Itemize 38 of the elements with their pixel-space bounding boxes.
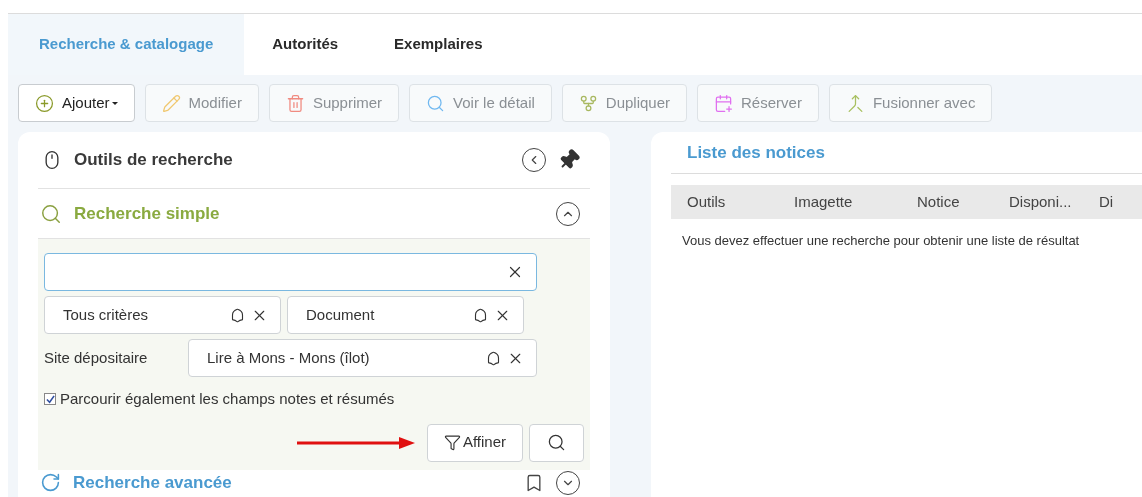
select-field[interactable]: Document xyxy=(287,296,524,334)
plus-circle-icon xyxy=(35,93,54,113)
toolbar-button[interactable]: Ajouter xyxy=(18,84,135,122)
check-icon xyxy=(45,394,55,404)
dropdown-icon xyxy=(230,307,245,323)
refresh-search-icon xyxy=(40,472,61,493)
column-header[interactable]: Disponi... xyxy=(1009,190,1099,214)
search-icon xyxy=(40,202,62,225)
column-header[interactable]: Outils xyxy=(671,190,794,214)
select-value: Document xyxy=(306,304,376,325)
search-icon xyxy=(426,93,446,113)
dropdown-icon xyxy=(486,350,501,366)
column-header[interactable]: Imagette xyxy=(794,190,917,214)
trash-icon xyxy=(285,93,305,113)
calendar-icon xyxy=(714,93,734,113)
search-button[interactable] xyxy=(529,423,584,462)
search-icon xyxy=(547,433,566,452)
dropdown-icon xyxy=(473,307,488,323)
checkbox[interactable] xyxy=(44,393,56,406)
pencil-icon xyxy=(161,93,181,113)
select-value: Tous critères xyxy=(63,304,150,325)
search-input[interactable] xyxy=(44,253,537,291)
select-value: Lire à Mons - Mons (îlot) xyxy=(207,347,371,368)
select-field[interactable]: Lire à Mons - Mons (îlot) xyxy=(188,339,537,377)
refine-button[interactable]: Affiner xyxy=(426,423,523,462)
field-label: Site dépositaire xyxy=(44,347,149,368)
mouse-icon xyxy=(42,150,62,170)
panel-title: Outils de recherche xyxy=(74,149,234,172)
checkbox-label: Parcourir également les champs notes et résumés xyxy=(60,389,395,409)
filter-icon xyxy=(443,434,461,451)
column-header[interactable]: Di xyxy=(1099,190,1129,214)
column-header[interactable]: Notice xyxy=(917,190,1009,214)
branch-icon xyxy=(578,93,598,113)
section-title: Recherche avancée xyxy=(73,471,233,494)
panel-title: Liste des notices xyxy=(686,141,825,164)
empty-message: Vous devez effectuer une recherche pour obtenir une liste de résultat xyxy=(681,232,1081,250)
select-field[interactable]: Tous critères xyxy=(44,296,281,334)
section-title: Recherche simple xyxy=(74,202,221,225)
